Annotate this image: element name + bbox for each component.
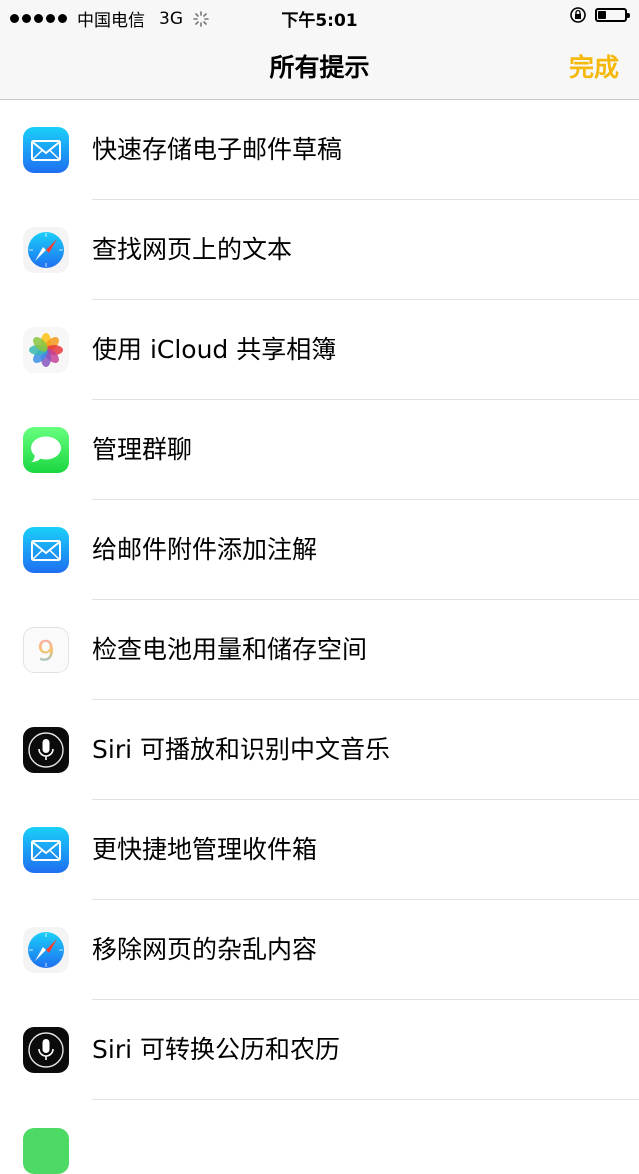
list-item-label: 快速存储电子邮件草稿 xyxy=(92,135,343,164)
photos-icon xyxy=(23,327,69,373)
tips-list: 快速存储电子邮件草稿 查找网页上的文本使用 iCloud 共享相簿 管理群聊给邮件附… xyxy=(0,100,639,1100)
battery-icon xyxy=(595,8,630,22)
list-item[interactable]: 管理群聊 xyxy=(0,400,639,500)
ios9-icon: 9 xyxy=(23,627,69,673)
list-item-label: Siri 可转换公历和农历 xyxy=(92,1035,340,1064)
list-item-label: 检查电池用量和储存空间 xyxy=(92,635,368,664)
rotation-lock-icon xyxy=(570,7,586,23)
safari-icon xyxy=(23,227,69,273)
list-item[interactable]: 查找网页上的文本 xyxy=(0,200,639,300)
list-item[interactable]: 更快捷地管理收件箱 xyxy=(0,800,639,900)
svg-text:9: 9 xyxy=(37,634,55,667)
list-item[interactable]: 给邮件附件添加注解 xyxy=(0,500,639,600)
siri-icon xyxy=(23,1027,69,1073)
list-item-label: 使用 iCloud 共享相簿 xyxy=(92,335,337,364)
list-item[interactable]: 9 检查电池用量和储存空间 xyxy=(0,600,639,700)
navigation-bar: 所有提示 完成 xyxy=(0,34,639,100)
messages-icon xyxy=(23,427,69,473)
list-item-label: Siri 可播放和识别中文音乐 xyxy=(92,735,390,764)
mail-icon xyxy=(23,127,69,173)
mail-icon xyxy=(23,527,69,573)
list-item[interactable]: Siri 可转换公历和农历 xyxy=(0,1000,639,1100)
page-title: 所有提示 xyxy=(269,53,370,82)
messages-icon xyxy=(23,1128,69,1174)
status-time: 下午5:01 xyxy=(281,11,358,31)
battery-level xyxy=(598,11,606,19)
row-separator xyxy=(92,1099,639,1100)
safari-icon xyxy=(23,927,69,973)
status-right xyxy=(569,6,630,24)
list-item[interactable]: 快速存储电子邮件草稿 xyxy=(0,100,639,200)
list-item-label: 移除网页的杂乱内容 xyxy=(92,935,318,964)
list-item-label: 查找网页上的文本 xyxy=(92,235,293,264)
mail-icon xyxy=(23,827,69,873)
siri-icon xyxy=(23,727,69,773)
list-item-label: 给邮件附件添加注解 xyxy=(92,535,318,564)
done-button[interactable]: 完成 xyxy=(569,48,619,84)
list-item[interactable]: Siri 可播放和识别中文音乐 xyxy=(0,700,639,800)
status-bar: 中国电信 3G 下午5:01 xyxy=(0,0,639,34)
list-item-label: 更快捷地管理收件箱 xyxy=(92,835,318,864)
list-item-label: 管理群聊 xyxy=(92,435,193,464)
list-item[interactable]: 使用 iCloud 共享相簿 xyxy=(0,300,639,400)
list-item[interactable]: 移除网页的杂乱内容 xyxy=(0,900,639,1000)
